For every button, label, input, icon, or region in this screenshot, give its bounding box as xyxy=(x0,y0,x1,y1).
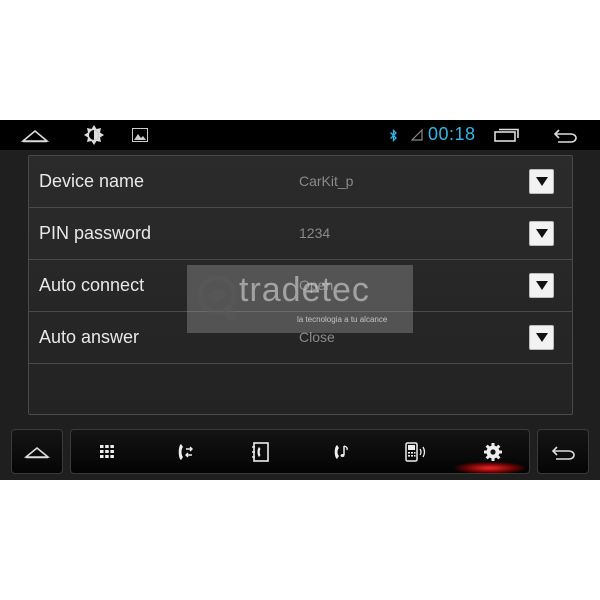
watermark: tradetec la tecnologia a tu alcance xyxy=(187,265,413,333)
dropdown-button[interactable] xyxy=(529,273,554,298)
status-time: 00:18 xyxy=(428,124,476,144)
chevron-down-icon xyxy=(535,177,548,186)
nav-home-button[interactable] xyxy=(11,429,63,474)
row-label: Auto answer xyxy=(39,327,140,347)
dropdown-button[interactable] xyxy=(529,169,554,194)
brightness-icon[interactable] xyxy=(80,120,108,150)
home-icon xyxy=(24,446,50,458)
settings-gear-icon xyxy=(484,442,502,461)
nav-back-button[interactable] xyxy=(537,429,589,474)
dropdown-button[interactable] xyxy=(529,325,554,350)
contacts-icon xyxy=(252,441,269,462)
dropdown-button[interactable] xyxy=(529,221,554,246)
head-unit-screen: 00:18 Device name CarKit_p PIN password … xyxy=(0,120,600,480)
device-name-row[interactable]: Device name CarKit_p xyxy=(29,156,572,208)
gallery-icon[interactable] xyxy=(130,120,150,150)
call-log-icon xyxy=(178,443,193,460)
row-label: PIN password xyxy=(39,223,152,243)
home-icon[interactable] xyxy=(18,120,52,150)
row-value: 1234 xyxy=(299,225,331,241)
nav-contacts-button[interactable] xyxy=(231,430,291,473)
signal-icon xyxy=(410,120,424,150)
back-icon xyxy=(551,445,575,460)
recent-apps-icon[interactable] xyxy=(492,120,522,150)
pin-password-row[interactable]: PIN password 1234 xyxy=(29,208,572,260)
nav-phone-device-button[interactable] xyxy=(386,430,446,473)
row-value: CarKit_p xyxy=(299,173,354,189)
phone-device-icon xyxy=(405,441,426,462)
status-bar: 00:18 xyxy=(0,120,600,150)
bluetooth-icon xyxy=(386,120,400,150)
music-icon xyxy=(334,444,348,459)
dialpad-icon xyxy=(100,444,114,458)
chevron-down-icon xyxy=(535,333,548,342)
nav-music-button[interactable] xyxy=(311,430,371,473)
row-label: Auto connect xyxy=(39,275,145,295)
nav-call-log-button[interactable] xyxy=(155,430,215,473)
nav-dialpad-button[interactable] xyxy=(77,430,137,473)
bottom-nav xyxy=(0,422,600,480)
back-icon[interactable] xyxy=(550,120,580,150)
active-tab-indicator xyxy=(455,462,525,474)
watermark-brand: tradetec xyxy=(239,271,370,309)
watermark-tagline: la tecnologia a tu alcance xyxy=(297,315,388,324)
chevron-down-icon xyxy=(535,281,548,290)
row-label: Device name xyxy=(39,171,145,191)
chevron-down-icon xyxy=(535,229,548,238)
watermark-logo-icon xyxy=(197,275,237,322)
